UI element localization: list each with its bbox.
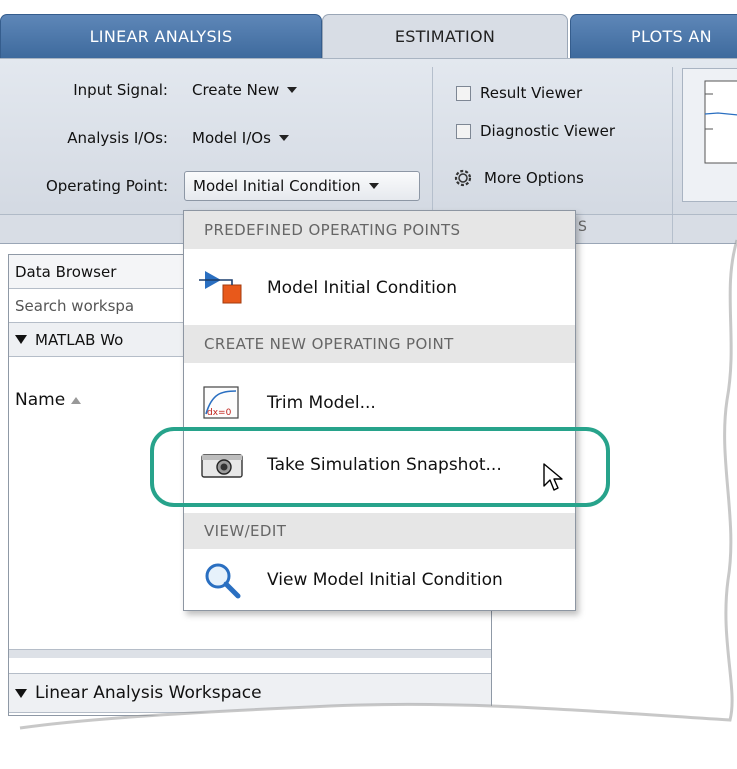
menu-item-label: Trim Model...	[267, 393, 376, 413]
collapse-triangle-icon	[15, 335, 27, 344]
tab-label: LINEAR ANALYSIS	[89, 27, 233, 46]
menu-item-model-initial-condition[interactable]: Model Initial Condition	[184, 262, 575, 314]
analysis-ios-dropdown[interactable]: Model I/Os	[184, 123, 297, 153]
chevron-down-icon	[369, 183, 379, 189]
group-divider	[672, 67, 673, 217]
linear-analysis-workspace-header[interactable]: Linear Analysis Workspace	[9, 673, 491, 713]
magnifier-icon	[199, 562, 245, 598]
diagnostic-viewer-label: Diagnostic Viewer	[480, 122, 615, 140]
operating-point-label: Operating Point:	[45, 177, 168, 195]
section-predefined-operating-points: PREDEFINED OPERATING POINTS	[184, 211, 575, 249]
chevron-down-icon	[287, 87, 297, 93]
tab-strip: LINEAR ANALYSIS ESTIMATION PLOTS AN	[0, 0, 737, 58]
diagnostic-viewer-checkbox[interactable]: Diagnostic Viewer	[456, 122, 615, 140]
menu-item-trim-model[interactable]: dx=0 Trim Model...	[184, 377, 575, 429]
collapse-triangle-icon	[15, 689, 27, 698]
section-view-edit: VIEW/EDIT	[184, 513, 575, 549]
checkbox-box	[456, 86, 471, 101]
operating-point-dropdown[interactable]: Model Initial Condition	[184, 171, 420, 201]
tab-label: PLOTS AN	[631, 27, 712, 46]
menu-item-view-model-initial-condition[interactable]: View Model Initial Condition	[184, 554, 575, 606]
group-divider	[672, 215, 673, 243]
analysis-ios-value: Model I/Os	[192, 129, 271, 147]
operating-point-value: Model Initial Condition	[193, 177, 361, 195]
search-placeholder: Search workspa	[15, 296, 135, 315]
input-signal-label: Input Signal:	[73, 81, 168, 99]
highlight-ring	[150, 427, 610, 507]
gear-icon	[452, 167, 474, 189]
toolstrip: Input Signal: Create New Analysis I/Os: …	[0, 58, 737, 219]
menu-item-label: View Model Initial Condition	[267, 570, 503, 590]
trim-icon-text: dx=0	[207, 408, 232, 418]
result-viewer-label: Result Viewer	[480, 84, 583, 102]
app-window: LINEAR ANALYSIS ESTIMATION PLOTS AN Inpu…	[0, 0, 737, 769]
chevron-down-icon	[279, 135, 289, 141]
tab-plots[interactable]: PLOTS AN	[570, 14, 737, 58]
tab-linear-analysis[interactable]: LINEAR ANALYSIS	[0, 14, 322, 58]
tab-label: ESTIMATION	[394, 27, 496, 46]
checkbox-box	[456, 124, 471, 139]
column-divider	[419, 713, 420, 753]
plot-thumbnail[interactable]	[682, 68, 737, 202]
data-browser-title-text: Data Browser	[15, 262, 117, 281]
name-column-label: Name	[15, 390, 66, 410]
group-divider	[432, 67, 433, 217]
section-title-fragment: S	[578, 219, 587, 235]
tab-estimation[interactable]: ESTIMATION	[322, 14, 568, 58]
operating-point-icon	[199, 270, 245, 306]
menu-item-label: Model Initial Condition	[267, 278, 458, 298]
panel-splitter[interactable]	[9, 649, 491, 658]
operating-point-menu: PREDEFINED OPERATING POINTS Model Initia…	[183, 210, 576, 611]
result-viewer-checkbox[interactable]: Result Viewer	[456, 84, 582, 102]
input-signal-dropdown[interactable]: Create New	[184, 75, 305, 105]
mouse-cursor-icon	[542, 462, 564, 492]
more-options-button[interactable]: More Options	[452, 167, 584, 189]
linear-analysis-workspace-title: Linear Analysis Workspace	[35, 683, 262, 703]
input-signal-value: Create New	[192, 81, 280, 99]
trim-model-icon: dx=0	[199, 385, 245, 421]
plot-preview-icon	[683, 69, 737, 201]
more-options-label: More Options	[484, 169, 584, 187]
sort-ascending-icon	[71, 397, 81, 404]
analysis-ios-label: Analysis I/Os:	[67, 129, 168, 147]
section-create-new-operating-point: CREATE NEW OPERATING POINT	[184, 325, 575, 363]
matlab-workspace-title: MATLAB Wo	[35, 330, 124, 349]
